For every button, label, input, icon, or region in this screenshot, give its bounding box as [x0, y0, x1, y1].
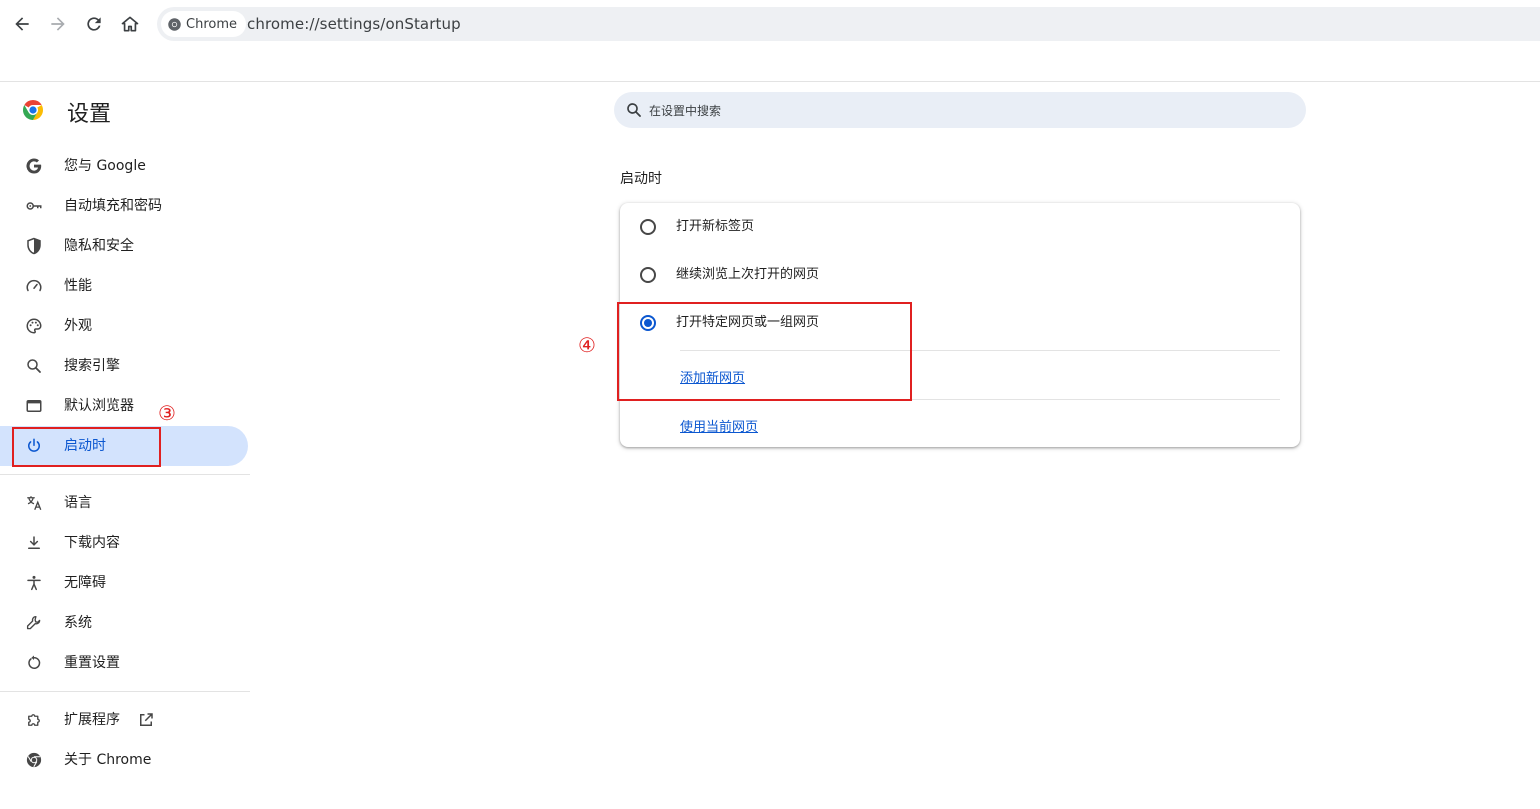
- annotation-box-step3: [12, 427, 161, 467]
- sidebar-item-label: 系统: [64, 615, 92, 631]
- sidebar-item-label: 默认浏览器: [64, 398, 134, 414]
- key-icon: [24, 196, 44, 216]
- sidebar-item-about-chrome[interactable]: 关于 Chrome: [0, 740, 248, 780]
- google-g-icon: [24, 156, 44, 176]
- palette-icon: [24, 316, 44, 336]
- sidebar-item-label: 下载内容: [64, 535, 120, 551]
- arrow-right-icon: [51, 17, 65, 31]
- wrench-icon: [24, 613, 44, 633]
- sidebar-item-label: 无障碍: [64, 575, 106, 591]
- radio-button[interactable]: [640, 219, 656, 235]
- sidebar-item-system[interactable]: 系统: [0, 603, 248, 643]
- accessibility-icon: [24, 573, 44, 593]
- use-current-pages-link[interactable]: 使用当前网页: [680, 416, 758, 435]
- site-chip[interactable]: Chrome: [161, 11, 246, 37]
- section-title: 启动时: [620, 171, 662, 187]
- shield-icon: [24, 236, 44, 256]
- sidebar-item-label: 语言: [64, 495, 92, 511]
- chrome-logo-icon: [23, 100, 43, 120]
- sidebar-item-extensions[interactable]: 扩展程序: [0, 700, 248, 740]
- translate-icon: [24, 493, 44, 513]
- home-button[interactable]: [114, 8, 146, 40]
- sidebar-item-downloads[interactable]: 下载内容: [0, 523, 248, 563]
- annotation-number-step4: ④: [578, 333, 596, 357]
- sidebar-item-label: 您与 Google: [64, 158, 146, 174]
- sidebar-item-label: 外观: [64, 318, 92, 334]
- forward-button[interactable]: [42, 8, 74, 40]
- search-icon: [24, 356, 44, 376]
- back-button[interactable]: [6, 8, 38, 40]
- sidebar-item-search-engine[interactable]: 搜索引擎: [0, 346, 248, 386]
- download-icon: [24, 533, 44, 553]
- sidebar-item-appearance[interactable]: 外观: [0, 306, 248, 346]
- sidebar-item-label: 隐私和安全: [64, 238, 134, 254]
- sidebar-item-accessibility[interactable]: 无障碍: [0, 563, 248, 603]
- search-input[interactable]: [647, 92, 1291, 130]
- url-text[interactable]: chrome://settings/onStartup: [247, 7, 461, 41]
- site-chip-label: Chrome: [186, 16, 237, 32]
- page-title: 设置: [67, 102, 112, 127]
- option-label: 打开新标签页: [676, 219, 755, 234]
- annotation-box-step4: [617, 302, 912, 401]
- browser-window-icon: [24, 396, 44, 416]
- browser-toolbar: Chrome chrome://settings/onStartup: [0, 0, 1540, 48]
- toolbar-divider: [0, 81, 1540, 82]
- sidebar-item-label: 性能: [64, 278, 92, 294]
- sidebar-item-performance[interactable]: 性能: [0, 266, 248, 306]
- option-label: 继续浏览上次打开的网页: [676, 267, 820, 282]
- settings-search[interactable]: [614, 92, 1306, 130]
- sidebar-item-reset[interactable]: 重置设置: [0, 643, 248, 683]
- sidebar-item-languages[interactable]: 语言: [0, 483, 248, 523]
- search-icon: [627, 103, 641, 117]
- sidebar-item-label: 重置设置: [64, 655, 120, 671]
- chrome-logo-icon: [24, 750, 44, 770]
- sidebar-item-label: 关于 Chrome: [64, 752, 152, 768]
- annotation-number-step3: ③: [158, 401, 176, 425]
- sidebar-item-default-browser[interactable]: 默认浏览器: [0, 386, 248, 426]
- sidebar-divider: [0, 691, 250, 692]
- reload-icon: [87, 17, 101, 31]
- reload-button[interactable]: [78, 8, 110, 40]
- sidebar-item-label: 搜索引擎: [64, 358, 120, 374]
- sidebar-item-you-and-google[interactable]: 您与 Google: [0, 146, 248, 186]
- chrome-logo-icon: [168, 17, 181, 31]
- address-bar[interactable]: Chrome chrome://settings/onStartup: [157, 7, 1540, 41]
- sidebar-item-label: 自动填充和密码: [64, 198, 162, 214]
- option-open-new-tab[interactable]: 打开新标签页: [620, 203, 1300, 251]
- radio-button[interactable]: [640, 267, 656, 283]
- option-continue-where-left-off[interactable]: 继续浏览上次打开的网页: [620, 251, 1300, 299]
- external-link-icon: [140, 713, 153, 726]
- reset-icon: [24, 653, 44, 673]
- speedometer-icon: [24, 276, 44, 296]
- home-icon: [121, 16, 139, 32]
- sidebar-divider: [0, 474, 250, 475]
- arrow-left-icon: [15, 17, 29, 31]
- puzzle-icon: [24, 710, 44, 730]
- sidebar-item-privacy[interactable]: 隐私和安全: [0, 226, 248, 266]
- sidebar-item-autofill[interactable]: 自动填充和密码: [0, 186, 248, 226]
- sidebar-item-label: 扩展程序: [64, 712, 120, 728]
